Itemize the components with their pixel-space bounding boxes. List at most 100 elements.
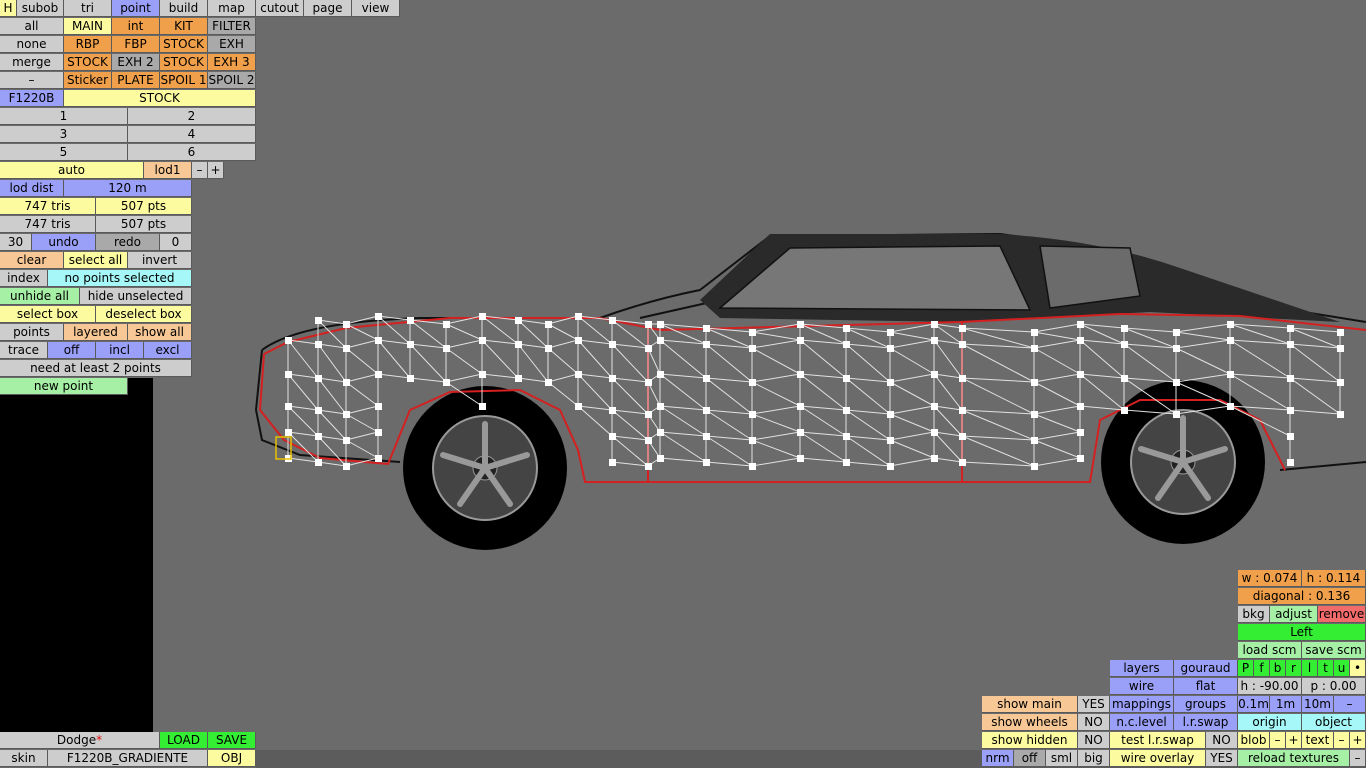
mesh-vertex[interactable] bbox=[1121, 341, 1128, 348]
mesh-vertex[interactable] bbox=[797, 455, 804, 462]
point-size-off[interactable]: off bbox=[1014, 750, 1046, 767]
mesh-vertex[interactable] bbox=[1121, 407, 1128, 414]
mesh-vertex[interactable] bbox=[343, 437, 350, 444]
mesh-vertex[interactable] bbox=[315, 317, 322, 324]
mesh-vertex[interactable] bbox=[657, 403, 664, 410]
flag-l[interactable]: l bbox=[1302, 660, 1318, 677]
mesh-vertex[interactable] bbox=[1077, 403, 1084, 410]
mesh-vertex[interactable] bbox=[959, 325, 966, 332]
reload-minus-button[interactable]: – bbox=[1350, 750, 1366, 767]
mesh-vertex[interactable] bbox=[1287, 375, 1294, 382]
mesh-vertex[interactable] bbox=[645, 437, 652, 444]
part-stock-2[interactable]: STOCK bbox=[64, 54, 112, 71]
mesh-vertex[interactable] bbox=[749, 379, 756, 386]
redo-button[interactable]: redo bbox=[96, 234, 160, 251]
mesh-vertex[interactable] bbox=[515, 341, 522, 348]
mesh-vertex[interactable] bbox=[1337, 329, 1344, 336]
lod-plus-button[interactable]: + bbox=[208, 162, 224, 179]
mesh-vertex[interactable] bbox=[285, 337, 292, 344]
mesh-vertex[interactable] bbox=[1121, 375, 1128, 382]
mesh-vertex[interactable] bbox=[375, 313, 382, 320]
mesh-vertex[interactable] bbox=[285, 403, 292, 410]
lod-slot-6[interactable]: 6 bbox=[128, 144, 256, 161]
mesh-vertex[interactable] bbox=[1227, 403, 1234, 410]
blob-minus-button[interactable]: – bbox=[1270, 732, 1286, 749]
mesh-vertex[interactable] bbox=[375, 371, 382, 378]
model-code-button[interactable]: F1220B bbox=[0, 90, 64, 107]
select-all-button[interactable]: select all bbox=[64, 252, 128, 269]
unhide-all-button[interactable]: unhide all bbox=[0, 288, 80, 305]
mesh-vertex[interactable] bbox=[959, 433, 966, 440]
wire-button[interactable]: wire bbox=[1110, 678, 1174, 695]
mesh-vertex[interactable] bbox=[343, 379, 350, 386]
tri-tab[interactable]: tri bbox=[64, 0, 112, 17]
invert-button[interactable]: invert bbox=[128, 252, 192, 269]
flag-t[interactable]: t bbox=[1318, 660, 1334, 677]
mesh-vertex[interactable] bbox=[479, 371, 486, 378]
part-main[interactable]: MAIN bbox=[64, 18, 112, 35]
layers-button[interactable]: layers bbox=[1110, 660, 1174, 677]
mesh-vertex[interactable] bbox=[375, 429, 382, 436]
model-variant-button[interactable]: STOCK bbox=[64, 90, 256, 107]
mesh-vertex[interactable] bbox=[407, 317, 414, 324]
mesh-vertex[interactable] bbox=[479, 313, 486, 320]
h-button[interactable]: H bbox=[0, 0, 17, 17]
mesh-vertex[interactable] bbox=[315, 433, 322, 440]
mesh-vertex[interactable] bbox=[1337, 411, 1344, 418]
mesh-vertex[interactable] bbox=[1031, 379, 1038, 386]
heading-readout[interactable]: h : -90.00 bbox=[1238, 678, 1302, 695]
mesh-vertex[interactable] bbox=[749, 329, 756, 336]
build-tab[interactable]: build bbox=[160, 0, 208, 17]
mesh-vertex[interactable] bbox=[657, 455, 664, 462]
part-exh-3[interactable]: EXH 3 bbox=[208, 54, 256, 71]
groups-button[interactable]: groups bbox=[1174, 696, 1238, 713]
trace-off-button[interactable]: off bbox=[48, 342, 96, 359]
hide-unselected-button[interactable]: hide unselected bbox=[80, 288, 192, 305]
flag-u[interactable]: u bbox=[1334, 660, 1350, 677]
part-stock-1[interactable]: STOCK bbox=[160, 36, 208, 53]
nc-level-button[interactable]: n.c.level bbox=[1110, 714, 1174, 731]
part-spoil-1[interactable]: SPOIL 1 bbox=[160, 72, 208, 89]
mesh-vertex[interactable] bbox=[575, 313, 582, 320]
lod-slot-1[interactable]: 1 bbox=[0, 108, 128, 125]
mesh-vertex[interactable] bbox=[931, 455, 938, 462]
points-mode-button[interactable]: points bbox=[0, 324, 64, 341]
layered-button[interactable]: layered bbox=[64, 324, 128, 341]
clear-button[interactable]: clear bbox=[0, 252, 64, 269]
mesh-vertex[interactable] bbox=[1077, 321, 1084, 328]
mesh-vertex[interactable] bbox=[1227, 371, 1234, 378]
step-10m-button[interactable]: 10m bbox=[1302, 696, 1334, 713]
mesh-vertex[interactable] bbox=[1173, 345, 1180, 352]
mesh-vertex[interactable] bbox=[843, 341, 850, 348]
mesh-vertex[interactable] bbox=[797, 403, 804, 410]
mesh-vertex[interactable] bbox=[1031, 329, 1038, 336]
flag-p[interactable]: P bbox=[1238, 660, 1254, 677]
lod-level-button[interactable]: lod1 bbox=[144, 162, 192, 179]
mesh-vertex[interactable] bbox=[479, 337, 486, 344]
flag-f[interactable]: f bbox=[1254, 660, 1270, 677]
reload-textures-button[interactable]: reload textures bbox=[1238, 750, 1350, 767]
mesh-vertex[interactable] bbox=[1077, 371, 1084, 378]
mesh-vertex[interactable] bbox=[1031, 345, 1038, 352]
mesh-vertex[interactable] bbox=[887, 437, 894, 444]
part-kit[interactable]: KIT bbox=[160, 18, 208, 35]
mesh-vertex[interactable] bbox=[609, 433, 616, 440]
lod-dist-value[interactable]: 120 m bbox=[64, 180, 192, 197]
point-size-nrm[interactable]: nrm bbox=[982, 750, 1014, 767]
index-button[interactable]: index bbox=[0, 270, 48, 287]
new-point-button[interactable]: new point bbox=[0, 378, 128, 395]
mesh-vertex[interactable] bbox=[575, 371, 582, 378]
mesh-vertex[interactable] bbox=[609, 375, 616, 382]
mesh-vertex[interactable] bbox=[315, 375, 322, 382]
part-exh-2[interactable]: EXH 2 bbox=[112, 54, 160, 71]
mesh-vertex[interactable] bbox=[887, 329, 894, 336]
mesh-vertex[interactable] bbox=[1287, 341, 1294, 348]
mesh-vertex[interactable] bbox=[1031, 411, 1038, 418]
load-button[interactable]: LOAD bbox=[160, 732, 208, 749]
parts-merge-button[interactable]: merge bbox=[0, 54, 64, 71]
mesh-vertex[interactable] bbox=[703, 407, 710, 414]
mesh-vertex[interactable] bbox=[1337, 345, 1344, 352]
undo-button[interactable]: undo bbox=[32, 234, 96, 251]
mesh-vertex[interactable] bbox=[1077, 429, 1084, 436]
mesh-vertex[interactable] bbox=[1287, 325, 1294, 332]
